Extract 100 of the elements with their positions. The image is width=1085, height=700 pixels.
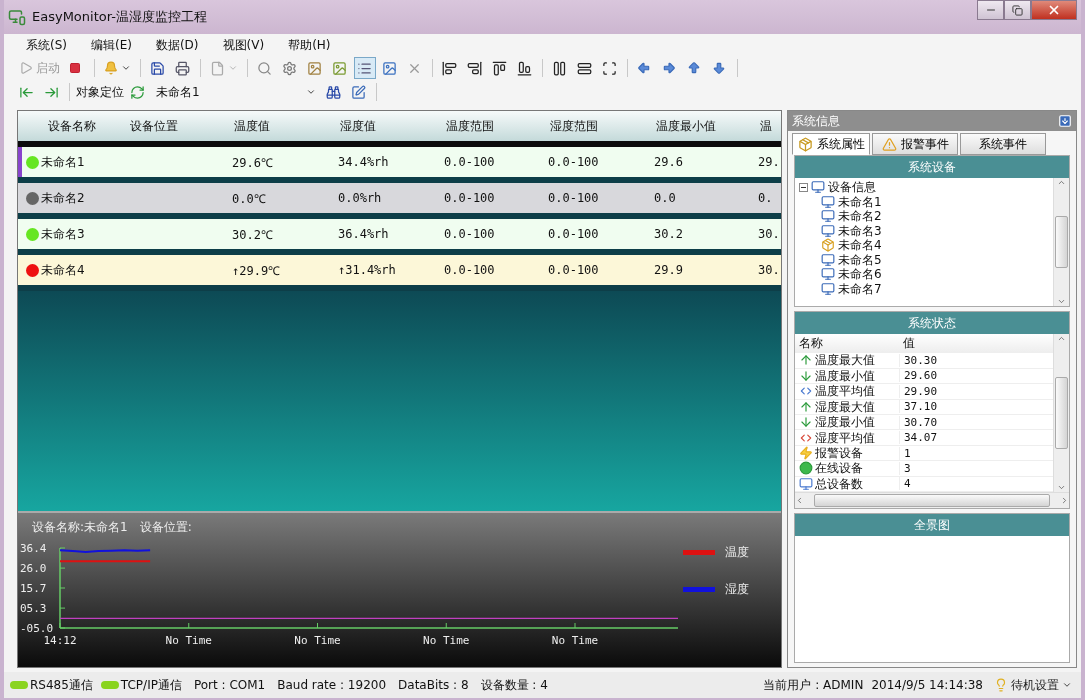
column-header[interactable]: 温度值 [232,117,338,135]
refresh-icon [130,84,145,100]
menu-item[interactable]: 帮助(H) [278,34,341,56]
scrollbar[interactable] [1053,334,1069,492]
axis-tick-label: 15.7 [20,582,47,595]
menu-item[interactable]: 视图(V) [212,34,275,56]
axis-tick-label: 05.3 [20,602,47,616]
caret-icon [306,87,316,97]
date-time: 2014/9/5 14:14:38 [871,678,983,692]
object-dropdown[interactable]: 未命名1 [152,82,320,102]
tree-item[interactable]: 未命名2 [838,209,882,224]
scroll-up-icon [1057,178,1066,187]
horizontal-scrollbar[interactable] [795,492,1069,508]
table-cell: 30. [758,227,781,241]
status-text: 设备数量 : 4 [480,676,548,694]
column-header[interactable]: 设备名称 [22,117,128,135]
column-header[interactable]: 名称 [795,336,899,351]
tree-item[interactable]: 未命名1 [838,194,882,209]
property-name: 温度最小值 [815,368,875,383]
list-icon [357,60,372,76]
collapse-icon[interactable] [799,182,808,192]
table-cell-text: 30.2 [654,227,684,241]
status-text: Port : COM1 [193,678,266,692]
list-view-button[interactable] [354,57,376,79]
circle-icon [799,461,813,476]
standby-settings-button[interactable]: 待机设置 [991,674,1075,696]
app-icon [8,8,26,26]
caret-icon [121,63,131,73]
property-name: 报警设备 [815,446,863,460]
table-cell-text: 0.0%rh [338,191,383,205]
tab[interactable]: 系统属性 [792,133,870,155]
menu-item[interactable]: 系统(S) [16,34,77,56]
current-user: 当前用户 : ADMIN [763,676,864,694]
image-icon [307,60,322,76]
property-name: 温度平均值 [815,384,875,399]
table-row[interactable]: 未命名1 29.6℃ 34.4%rh 0.0-100 0.0-100 29.6 29. [22,147,781,177]
binoculars-icon [326,84,341,100]
column-header[interactable]: 值 [899,336,1053,351]
menu-item[interactable]: 编辑(E) [81,34,142,56]
minimize-button[interactable] [977,0,1004,20]
table-cell-text: 0.0-100 [548,263,600,277]
tree-item[interactable]: 未命名5 [838,252,882,267]
column-header[interactable]: 温 [758,117,781,135]
monitor-icon [821,267,835,282]
axis-tick-label: 26.0 [20,562,47,576]
tree-item[interactable]: 未命名6 [838,267,882,282]
status-text: DataBits : 8 [398,678,469,692]
column-header[interactable]: 温度最小值 [654,117,758,135]
menu-item[interactable]: 数据(D) [145,34,209,56]
legend-swatch [683,550,716,555]
table-cell-text: 0.0-100 [548,155,600,169]
column-header[interactable]: 湿度值 [338,117,444,135]
table-cell-text: 0.0℃ [232,190,267,207]
scroll-left-icon [795,496,804,505]
column-header[interactable]: 温度范围 [444,117,548,135]
scroll-right-icon [1060,496,1069,505]
close-button[interactable] [1031,0,1077,20]
down-arrow-icon [799,415,813,430]
tree-item[interactable]: 未命名3 [838,223,882,238]
search-icon [257,60,272,76]
table-cell: 30. [758,263,781,277]
property-name: 湿度最大值 [815,399,875,414]
legend-label: 湿度 [725,581,750,598]
tree-item[interactable]: 设备信息 [828,180,876,195]
box-icon [797,136,813,152]
table-cell-text: ↑29.9℃ [232,262,282,279]
table-cell-text: 29.9 [654,263,684,277]
scrollbar[interactable] [1053,178,1069,306]
column-header[interactable]: 设备位置 [128,117,232,135]
pin-icon[interactable] [1058,114,1072,128]
column-header[interactable]: 湿度范围 [548,117,654,135]
tree-item[interactable]: 未命名4 [838,238,882,253]
table-cell-text: 29.6℃ [232,154,274,171]
caret-icon [228,63,238,73]
table-row[interactable]: 未命名2 0.0℃ 0.0%rh 0.0-100 0.0-100 0.0 0. [22,183,781,213]
device-location-label: 设备位置: [139,519,192,536]
tab[interactable]: 系统事件 [960,133,1046,155]
restore-icon [1012,4,1023,16]
status-text: RS485通信 [30,676,93,694]
property-name: 总设备数 [815,476,863,491]
axis-tick-label: 14:12 [43,634,77,647]
align-top-icon [492,60,507,76]
table-cell-text: 0.0-100 [444,263,496,277]
table-cell-text: 0.0-100 [548,191,600,205]
table-cell-text: 0.0 [654,191,677,205]
tab[interactable]: 报警事件 [872,133,958,155]
table-row[interactable]: 未命名3 30.2℃ 36.4%rh 0.0-100 0.0-100 30.2 30. [22,219,781,249]
table-cell-text: 30.2℃ [232,226,274,243]
same-size-icon [602,60,617,76]
axis-tick-label: No Time [551,634,599,647]
connection-indicator [100,681,119,689]
table-cell-text: 34.4%rh [338,155,390,169]
axis-tick-label: 36.4 [20,542,47,555]
scroll-down-icon [1057,297,1066,306]
align-left-icon [442,60,457,76]
same-height-icon [577,60,592,76]
table-row[interactable]: 未命名4 ↑29.9℃ ↑31.4%rh 0.0-100 0.0-100 29.9 30. [22,255,781,285]
axis-tick-label: No Time [165,634,212,647]
tree-item[interactable]: 未命名7 [838,281,882,296]
maximize-button[interactable] [1004,0,1031,20]
